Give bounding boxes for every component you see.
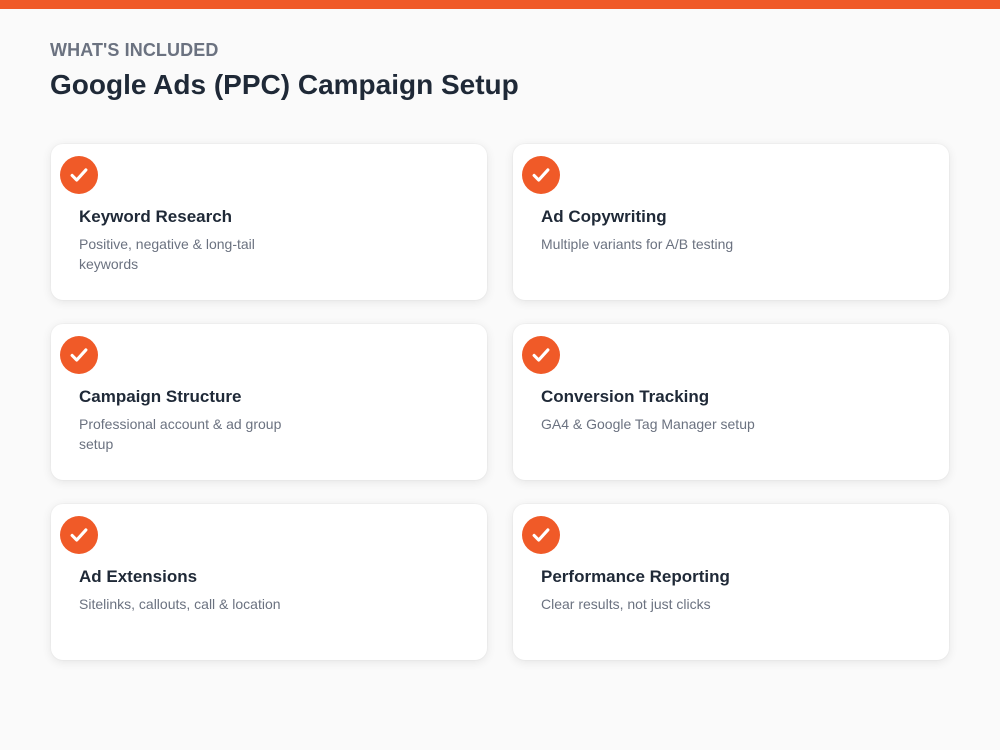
feature-description: Positive, negative & long-tail keywords [79, 236, 255, 272]
feature-grid: Keyword Research Positive, negative & lo… [51, 144, 949, 660]
check-icon [522, 516, 560, 554]
feature-title: Conversion Tracking [541, 387, 710, 406]
feature-title: Ad Copywriting [541, 207, 667, 226]
feature-card-campaign-structure: Campaign Structure Professional account … [51, 324, 487, 480]
feature-title: Keyword Research [79, 207, 233, 226]
section-eyebrow: WHAT'S INCLUDED [50, 40, 219, 60]
feature-card-keyword-research: Keyword Research Positive, negative & lo… [51, 144, 487, 300]
check-icon [60, 336, 98, 374]
feature-card-ad-copywriting: Ad Copywriting Multiple variants for A/B… [513, 144, 949, 300]
page-title: Google Ads (PPC) Campaign Setup [50, 69, 519, 100]
feature-description: GA4 & Google Tag Manager setup [541, 416, 755, 432]
feature-title: Campaign Structure [79, 387, 242, 406]
page-header: WHAT'S INCLUDED Google Ads (PPC) Campaig… [50, 40, 519, 101]
feature-title: Ad Extensions [79, 567, 198, 586]
feature-description: Professional account & ad group setup [79, 416, 282, 452]
check-icon [60, 516, 98, 554]
check-icon [60, 156, 98, 194]
top-accent-bar [0, 0, 1000, 9]
feature-card-conversion-tracking: Conversion Tracking GA4 & Google Tag Man… [513, 324, 949, 480]
feature-description: Multiple variants for A/B testing [541, 236, 734, 252]
feature-title: Performance Reporting [541, 567, 730, 586]
check-icon [522, 156, 560, 194]
check-icon [522, 336, 560, 374]
feature-description: Clear results, not just clicks [541, 596, 711, 612]
feature-card-performance-reporting: Performance Reporting Clear results, not… [513, 504, 949, 660]
feature-description: Sitelinks, callouts, call & location [79, 596, 281, 612]
feature-card-ad-extensions: Ad Extensions Sitelinks, callouts, call … [51, 504, 487, 660]
